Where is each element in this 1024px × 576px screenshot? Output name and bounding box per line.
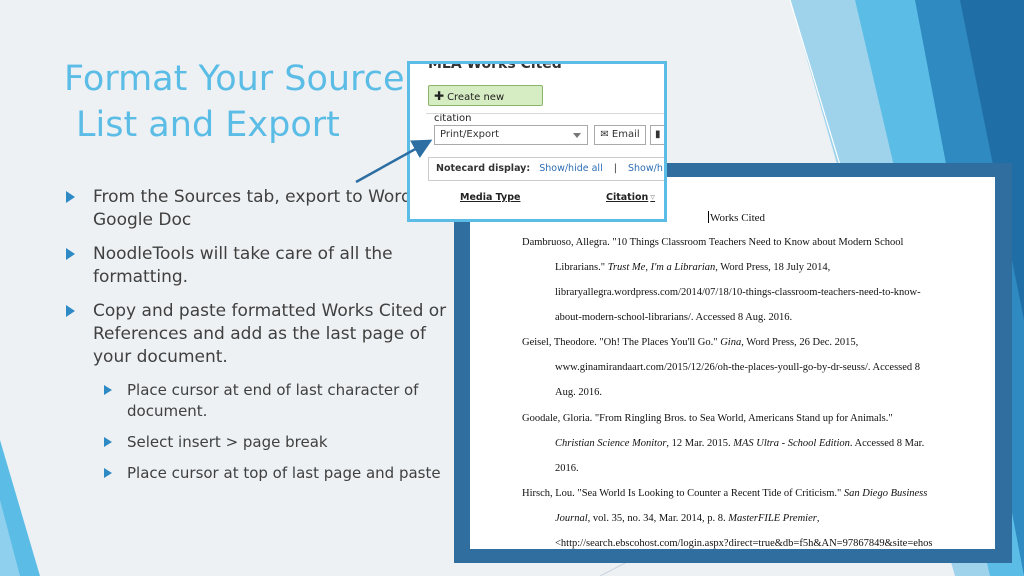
citation-line: <http://search.ebscohost.com/login.aspx?… [555, 538, 933, 549]
notecard-label: Notecard display: [436, 163, 531, 174]
export-select[interactable]: Print/Export [434, 125, 588, 145]
citation-italic: Christian Science Monitor [555, 438, 667, 449]
citation-text: . Accessed 8 Mar. [849, 438, 925, 449]
sub-bullet-item: Place cursor at top of last page and pas… [66, 463, 458, 484]
citation-line: Librarians." Trust Me, I'm a Librarian, … [555, 262, 830, 273]
sub-bullet-item: Place cursor at end of last character of… [66, 380, 458, 422]
slide-title-line-2: List and Export [76, 105, 340, 145]
notecard-display-bar: Notecard display: Show/hide all | Show/h [428, 157, 664, 181]
separator: | [613, 163, 617, 174]
sub-bullet-arrow-icon [104, 437, 112, 447]
citation-line: 2016. [555, 463, 579, 474]
create-citation-label: Create new citation [434, 92, 505, 124]
citation-italic: MasterFILE Premier [728, 513, 817, 524]
sub-bullet-text: Place cursor at end of last character of… [127, 381, 419, 420]
citation-line: libraryallegra.wordpress.com/2014/07/18/… [555, 287, 921, 298]
text-cursor [708, 211, 709, 223]
citation-text: Librarians." [555, 262, 608, 273]
citation-text: , Word Press, 26 Dec. 2015, [741, 337, 859, 348]
citation-line: Journal, vol. 35, no. 34, Mar. 2014, p. … [555, 513, 819, 524]
citation-text: Geisel, Theodore. "Oh! The Places You'll… [522, 337, 721, 348]
citation-text: , 12 Mar. 2015. [666, 438, 734, 449]
citation-line: Hirsch, Lou. "Sea World Is Looking to Co… [522, 488, 927, 499]
citation-line: Christian Science Monitor, 12 Mar. 2015.… [555, 438, 924, 449]
works-cited-page: Works Cited Dambruoso, Allegra. "10 Thin… [470, 177, 995, 549]
citation-text: Aug. 2016. [555, 387, 602, 398]
citation-text: Goodale, Gloria. "From Ringling Bros. to… [522, 413, 893, 424]
bullet-item: Copy and paste formatted Works Cited or … [66, 300, 458, 369]
citation-text: Hirsch, Lou. "Sea World Is Looking to Co… [522, 488, 844, 499]
citation-italic: Journal [555, 513, 588, 524]
citation-line: Goodale, Gloria. "From Ringling Bros. to… [522, 413, 893, 424]
citation-text: libraryallegra.wordpress.com/2014/07/18/… [555, 287, 921, 298]
works-cited-heading: Works Cited [708, 211, 765, 224]
envelope-icon: ✉ [600, 129, 609, 140]
show-hide-all-link[interactable]: Show/hide all [539, 163, 603, 174]
citation-text: about-modern-school-librarians/. Accesse… [555, 312, 793, 323]
works-cited-heading-text: Works Cited [710, 212, 766, 224]
bullet-arrow-icon [66, 248, 75, 260]
bullet-arrow-icon [66, 191, 75, 203]
citation-italic: San Diego Business [843, 488, 928, 499]
plus-icon: ✚ [434, 89, 445, 103]
citation-text: , Word Press, 18 July 2014, [715, 262, 831, 273]
email-button[interactable]: ✉ Email [594, 125, 646, 145]
citation-text: www.ginamirandaart.com/2015/12/26/oh-the… [555, 362, 921, 373]
citation-text: 2016. [555, 463, 579, 474]
bullet-arrow-icon [66, 305, 75, 317]
email-label: Email [611, 129, 640, 140]
noodletools-screenshot: MLA Works Cited ✚ Create new citation Pri… [407, 61, 667, 222]
bullet-item: NoodleTools will take care of all the fo… [66, 243, 458, 289]
citation-italic: Trust Me, I'm a Librarian [607, 262, 716, 273]
media-type-column-header[interactable]: Media Type [460, 192, 520, 203]
bullet-list: From the Sources tab, export to Word or … [66, 186, 458, 494]
citation-column-label: Citation [606, 192, 649, 203]
create-citation-button[interactable]: ✚ Create new citation [428, 85, 543, 124]
citation-text: Dambruoso, Allegra. "10 Things Classroom… [522, 237, 904, 248]
sub-bullet-item: Select insert > page break [66, 432, 458, 453]
citation-line: Aug. 2016. [555, 387, 602, 398]
bullet-text: Copy and paste formatted Works Cited or … [93, 301, 447, 367]
divider [426, 113, 664, 114]
citation-column-header[interactable]: Citation ▿ [606, 192, 655, 203]
bullet-text: From the Sources tab, export to Word or … [93, 187, 451, 230]
slide-title-line-1: Format Your Source [64, 59, 405, 99]
sub-bullet-arrow-icon [104, 385, 112, 395]
export-select-value: Print/Export [440, 129, 500, 140]
more-button[interactable]: ▮ [650, 125, 664, 145]
citation-text: , vol. 35, no. 34, Mar. 2014, p. 8. [587, 513, 729, 524]
works-cited-document-frame: Works Cited Dambruoso, Allegra. "10 Thin… [454, 163, 1012, 563]
sub-bullet-arrow-icon [104, 468, 112, 478]
citation-line: Geisel, Theodore. "Oh! The Places You'll… [522, 337, 858, 348]
citation-text: <http://search.ebscohost.com/login.aspx?… [555, 538, 933, 549]
show-hide-link[interactable]: Show/h [628, 163, 663, 174]
bullet-item: From the Sources tab, export to Word or … [66, 186, 458, 232]
citation-italic: Gina [720, 337, 742, 348]
citation-text: , [816, 513, 820, 524]
sub-bullet-text: Select insert > page break [127, 433, 328, 451]
citation-italic: MAS Ultra - School Edition [733, 438, 850, 449]
slide-title: Format Your Source List and Export [64, 56, 424, 148]
filter-icon: ▿ [650, 192, 656, 203]
citation-line: www.ginamirandaart.com/2015/12/26/oh-the… [555, 362, 920, 373]
noodletools-heading: MLA Works Cited [428, 61, 562, 72]
chart-icon: ▮ [655, 129, 661, 140]
chevron-down-icon [573, 133, 581, 138]
citation-line: about-modern-school-librarians/. Accesse… [555, 312, 792, 323]
citation-line: Dambruoso, Allegra. "10 Things Classroom… [522, 237, 903, 248]
bullet-text: NoodleTools will take care of all the fo… [93, 244, 393, 287]
sub-bullet-text: Place cursor at top of last page and pas… [127, 464, 441, 482]
